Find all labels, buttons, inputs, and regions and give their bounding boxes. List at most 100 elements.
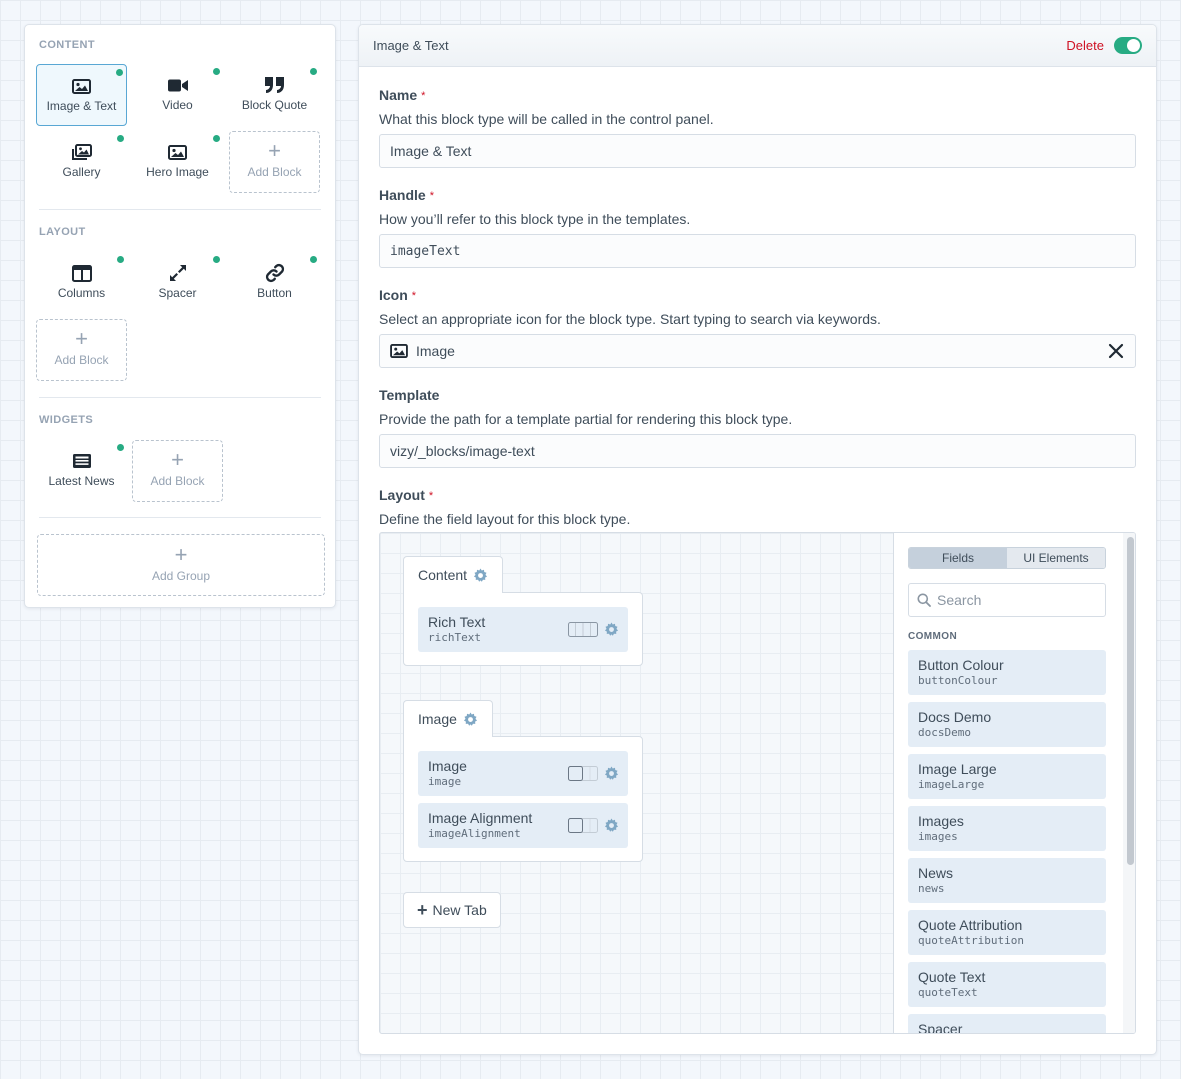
- add-group-label: Add Group: [151, 569, 211, 583]
- enabled-indicator: [117, 256, 124, 263]
- input-value: Image & Text: [390, 143, 472, 159]
- add-group-button[interactable]: + Add Group: [37, 534, 325, 596]
- add-block-button-widgets[interactable]: + Add Block: [132, 440, 223, 502]
- handle-field: Handle * How you’ll refer to this block t…: [379, 187, 1136, 268]
- field-name: Button Colour: [918, 657, 1004, 673]
- tab-fields[interactable]: Fields: [909, 548, 1007, 568]
- tab-label: Content: [418, 567, 468, 583]
- plus-icon: +: [268, 138, 281, 163]
- group-divider: [39, 209, 321, 210]
- new-tab-label: New Tab: [432, 902, 487, 918]
- block-gallery[interactable]: Gallery: [36, 131, 127, 193]
- tab-image[interactable]: Image: [403, 700, 493, 737]
- image-icon: [167, 142, 189, 162]
- block-hero-image[interactable]: Hero Image: [132, 131, 223, 193]
- block-latest-news[interactable]: Latest News: [36, 440, 127, 502]
- input-value: imageText: [390, 243, 461, 259]
- add-block-button-content[interactable]: + Add Block: [229, 131, 320, 193]
- close-icon[interactable]: [1107, 342, 1125, 363]
- layout-field-item[interactable]: Image Alignment imageAlignment: [418, 803, 628, 848]
- icon-select[interactable]: Image: [379, 334, 1136, 368]
- enabled-indicator: [213, 68, 220, 75]
- scrollbar-thumb[interactable]: [1127, 537, 1134, 865]
- handle-input[interactable]: imageText: [379, 234, 1136, 268]
- block-label: Gallery: [62, 165, 101, 179]
- expand-icon: [167, 263, 189, 283]
- block-label: Video: [162, 98, 193, 112]
- field-name: Quote Attribution: [918, 917, 1023, 933]
- library-field-item[interactable]: Quote Text quoteText: [908, 962, 1106, 1007]
- block-spacer[interactable]: Spacer: [132, 252, 223, 314]
- tab-label: Image: [418, 711, 457, 727]
- layout-field-item[interactable]: Image image: [418, 751, 628, 796]
- block-block-quote[interactable]: Block Quote: [229, 64, 320, 126]
- delete-button[interactable]: Delete: [1066, 38, 1104, 53]
- block-columns[interactable]: Columns: [36, 252, 127, 314]
- enabled-indicator: [117, 444, 124, 451]
- gear-icon[interactable]: [473, 567, 488, 583]
- block-label: Hero Image: [146, 165, 209, 179]
- field-label: Layout: [379, 487, 425, 503]
- gear-icon[interactable]: [604, 766, 619, 781]
- plus-icon: +: [417, 900, 428, 920]
- field-instructions: How you’ll refer to this block type in t…: [379, 211, 691, 227]
- block-video[interactable]: Video: [132, 64, 223, 126]
- group-divider: [39, 397, 321, 398]
- field-label: Handle: [379, 187, 426, 203]
- block-label: Button: [257, 286, 292, 300]
- columns-icon: [71, 263, 93, 283]
- library-search-input[interactable]: Search: [908, 583, 1106, 617]
- layout-field-item[interactable]: Rich Text richText: [418, 607, 628, 652]
- library-field-item[interactable]: News news: [908, 858, 1106, 903]
- tab-content[interactable]: Content: [403, 556, 504, 593]
- tab-ui-elements[interactable]: UI Elements: [1007, 548, 1105, 568]
- enabled-indicator: [213, 135, 220, 142]
- library-field-item[interactable]: Quote Attribution quoteAttribution: [908, 910, 1106, 955]
- block-type-settings-panel: Image & Text Delete Name * What this bloc…: [358, 24, 1157, 1055]
- block-button[interactable]: Button: [229, 252, 320, 314]
- group-divider: [39, 517, 321, 518]
- library-field-item[interactable]: Button Colour buttonColour: [908, 650, 1106, 695]
- library-field-item[interactable]: Images images: [908, 806, 1106, 851]
- field-handle: imageLarge: [918, 778, 985, 791]
- field-width-quarter-icon[interactable]: [568, 818, 598, 833]
- gear-icon[interactable]: [604, 818, 619, 833]
- gear-icon[interactable]: [604, 622, 619, 637]
- gear-icon[interactable]: [463, 711, 478, 727]
- block-label: Image & Text: [46, 99, 117, 113]
- library-field-item[interactable]: Image Large imageLarge: [908, 754, 1106, 799]
- name-input[interactable]: Image & Text: [379, 134, 1136, 168]
- library-scrollbar[interactable]: [1123, 533, 1135, 1033]
- plus-icon: +: [171, 447, 184, 472]
- new-tab-button[interactable]: + New Tab: [403, 892, 501, 928]
- field-width-quarter-icon[interactable]: [568, 766, 598, 781]
- add-block-label: Add Block: [247, 165, 302, 179]
- enabled-indicator: [116, 69, 123, 76]
- panel-title: Image & Text: [373, 38, 449, 53]
- required-indicator: *: [411, 290, 417, 302]
- block-label: Spacer: [158, 286, 197, 300]
- block-label: Latest News: [48, 474, 115, 488]
- plus-icon: +: [75, 326, 88, 351]
- field-width-full-icon[interactable]: [568, 622, 598, 637]
- field-instructions: Define the field layout for this block t…: [379, 511, 631, 527]
- required-indicator: *: [429, 190, 434, 202]
- field-name: Docs Demo: [918, 709, 992, 725]
- library-field-item[interactable]: Docs Demo docsDemo: [908, 702, 1106, 747]
- block-image-text[interactable]: Image & Text: [36, 64, 127, 126]
- field-label: Name: [379, 87, 418, 103]
- image-icon: [390, 344, 408, 358]
- library-group-heading: COMMON: [908, 631, 958, 642]
- enabled-toggle[interactable]: [1114, 37, 1142, 54]
- enabled-indicator: [310, 256, 317, 263]
- group-heading-widgets: WIDGETS: [39, 414, 94, 426]
- add-block-button-layout[interactable]: + Add Block: [36, 319, 127, 381]
- field-label: Icon: [379, 287, 408, 303]
- field-handle: news: [918, 882, 945, 895]
- images-icon: [71, 142, 93, 162]
- template-input[interactable]: vizy/_blocks/image-text: [379, 434, 1136, 468]
- group-heading-layout: LAYOUT: [39, 226, 86, 238]
- input-value: vizy/_blocks/image-text: [390, 443, 535, 459]
- library-field-item[interactable]: Spacer spacer: [908, 1014, 1106, 1033]
- field-layout-designer: Content Rich Text richText Image Image i…: [379, 532, 1136, 1034]
